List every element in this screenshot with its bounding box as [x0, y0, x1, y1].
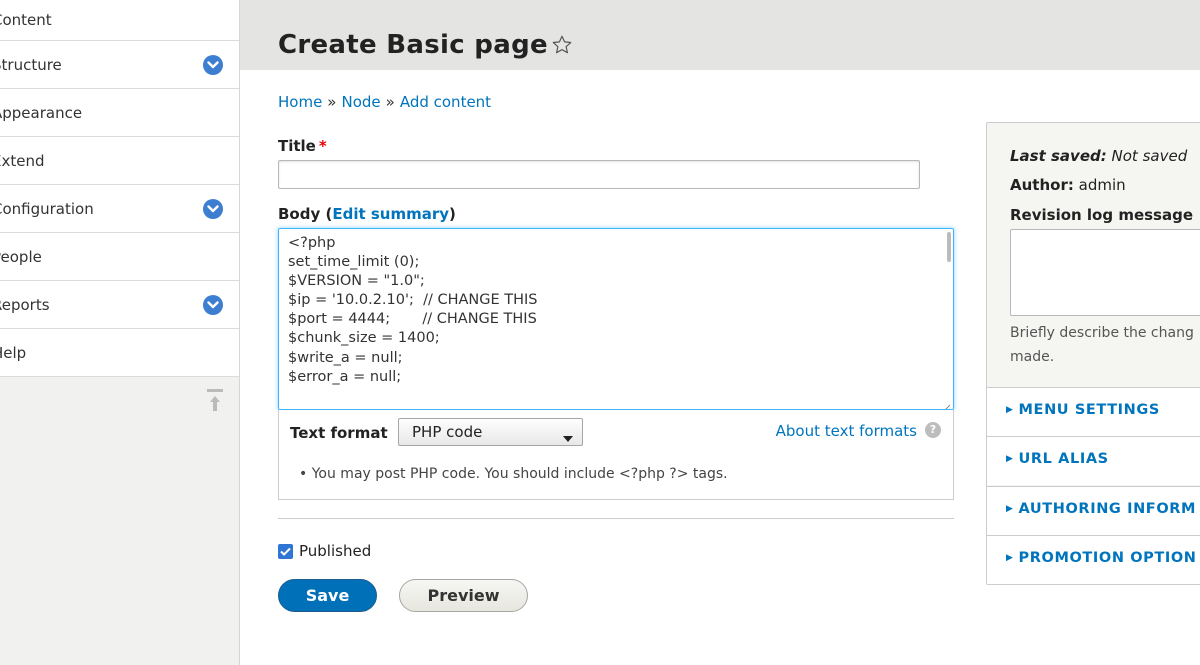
author-value: admin: [1078, 176, 1126, 194]
sidebar-item-label: Structure: [0, 55, 62, 74]
dropdown-caret-icon: [562, 429, 574, 442]
section-label: URL ALIAS: [1018, 451, 1109, 467]
divider: [278, 518, 954, 519]
code-line: $error_a = null;: [288, 368, 402, 385]
breadcrumb-node-link[interactable]: Node: [341, 93, 380, 111]
sidebar-item-label: Help: [0, 343, 27, 362]
text-format-wrapper: Text format PHP code About text formats …: [278, 410, 954, 500]
expand-triangle-icon: ▶: [1006, 553, 1014, 563]
sidebar-item-reports[interactable]: Reports: [0, 281, 239, 329]
star-icon[interactable]: [551, 34, 573, 56]
last-saved-label: Last saved:: [1010, 147, 1107, 165]
url-alias-toggle[interactable]: ▶ URL ALIAS: [987, 436, 1200, 485]
revision-log-textarea[interactable]: [1010, 229, 1200, 316]
title-label-text: Title: [278, 137, 316, 155]
breadcrumb: Home» Node» Add content: [278, 93, 491, 111]
sidebar-item-appearance[interactable]: Appearance: [0, 89, 239, 137]
expand-triangle-icon: ▶: [1006, 504, 1014, 514]
published-checkbox-row[interactable]: Published: [278, 542, 371, 560]
format-tip-text: You may post PHP code. You should includ…: [311, 466, 728, 482]
code-line: $port = 4444; // CHANGE THIS: [288, 311, 537, 328]
code-line: $write_a = null;: [288, 349, 403, 366]
code-line: $chunk_size = 1400;: [288, 330, 440, 347]
sidebar-item-label: Reports: [0, 295, 50, 314]
breadcrumb-home-link[interactable]: Home: [278, 93, 322, 111]
body-label-prefix: Body (: [278, 205, 333, 223]
sidebar-item-content[interactable]: Content: [0, 0, 239, 41]
revision-desc-line: made.: [1010, 349, 1055, 365]
page-header: Create Basic page: [240, 0, 1200, 70]
code-line: <?php: [288, 234, 538, 253]
expand-triangle-icon: ▶: [1006, 454, 1014, 464]
title-input[interactable]: [278, 160, 920, 189]
revision-log-label: Revision log message: [1010, 206, 1194, 224]
preview-button[interactable]: Preview: [399, 579, 528, 612]
resize-grip-icon[interactable]: [942, 398, 951, 409]
sidebar-item-structure[interactable]: Structure: [0, 41, 239, 89]
breadcrumb-separator: »: [385, 93, 395, 111]
author-label: Author:: [1010, 176, 1074, 194]
code-line: $ip = '10.0.2.10'; // CHANGE THIS: [288, 292, 538, 309]
published-label: Published: [299, 542, 372, 560]
help-icon[interactable]: ?: [925, 422, 941, 438]
sidebar-item-configuration[interactable]: Configuration: [0, 185, 239, 233]
format-tip: • You may post PHP code. You should incl…: [299, 466, 728, 482]
chevron-down-icon[interactable]: [203, 198, 223, 219]
required-marker: *: [318, 137, 327, 155]
php-open-tag: <?php: [288, 235, 336, 251]
collapse-sidebar-icon[interactable]: [206, 388, 224, 414]
title-label: Title *: [278, 137, 327, 155]
admin-sidebar: Content Structure Appearance Extend Conf…: [0, 0, 240, 665]
sidebar-item-help[interactable]: Help: [0, 329, 239, 377]
edit-summary-link[interactable]: Edit summary: [332, 205, 449, 223]
chevron-down-icon[interactable]: [203, 54, 223, 75]
textarea-scrollbar[interactable]: [947, 232, 951, 262]
revision-desc-line: Briefly describe the chang: [1010, 325, 1194, 341]
body-label-suffix: ): [449, 205, 456, 223]
sidebar-item-label: People: [0, 247, 42, 266]
save-button[interactable]: Save: [278, 579, 377, 612]
published-checkbox[interactable]: [278, 543, 293, 559]
menu-settings-toggle[interactable]: ▶ MENU SETTINGS: [987, 387, 1200, 436]
page-title: Create Basic page: [278, 30, 548, 60]
last-saved-value: Not saved: [1111, 147, 1188, 165]
sidebar-item-extend[interactable]: Extend: [0, 137, 239, 185]
chevron-down-icon[interactable]: [203, 294, 223, 315]
sidebar-item-label: Extend: [0, 151, 45, 170]
sidebar-item-people[interactable]: People: [0, 233, 239, 281]
section-label: AUTHORING INFORM: [1018, 501, 1197, 517]
authoring-information-toggle[interactable]: ▶ AUTHORING INFORM: [987, 486, 1200, 535]
text-format-select[interactable]: PHP code: [398, 418, 583, 446]
revision-log-description: Briefly describe the chang made.: [1010, 321, 1200, 369]
code-line: $VERSION = "1.0";: [288, 273, 425, 290]
meta-sidebar: Last saved: Not saved Author: admin Revi…: [986, 122, 1200, 585]
breadcrumb-add-content-link[interactable]: Add content: [400, 93, 491, 111]
expand-triangle-icon: ▶: [1006, 405, 1014, 415]
text-format-label: Text format: [290, 424, 388, 442]
last-saved: Last saved: Not saved: [1010, 147, 1187, 165]
promotion-options-toggle[interactable]: ▶ PROMOTION OPTION: [987, 535, 1200, 584]
sidebar-menu: Content Structure Appearance Extend Conf…: [0, 0, 239, 377]
section-label: PROMOTION OPTION: [1018, 550, 1197, 566]
breadcrumb-separator: »: [327, 93, 337, 111]
code-line: set_time_limit (0);: [288, 254, 420, 271]
body-textarea[interactable]: <?php set_time_limit (0); $VERSION = "1.0"…: [278, 228, 954, 410]
section-label: MENU SETTINGS: [1018, 402, 1160, 418]
about-text-formats-link[interactable]: About text formats: [776, 422, 917, 440]
body-code: <?php set_time_limit (0); $VERSION = "1.0"…: [288, 234, 538, 387]
body-label: Body (Edit summary): [278, 205, 456, 223]
meta-info: Last saved: Not saved Author: admin Revi…: [987, 123, 1200, 387]
text-format-value: PHP code: [412, 423, 483, 441]
author: Author: admin: [1010, 176, 1126, 194]
sidebar-item-label: Content: [0, 11, 52, 29]
sidebar-item-label: Appearance: [0, 103, 83, 122]
sidebar-item-label: Configuration: [0, 199, 94, 218]
